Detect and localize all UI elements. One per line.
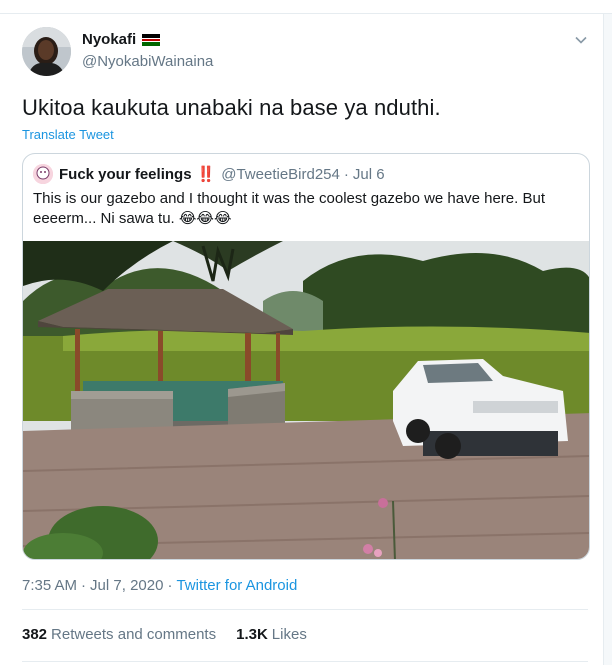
separator-dot: · — [81, 577, 87, 594]
quoted-handle: @TweetieBird254 — [221, 165, 340, 183]
quoted-tweet-text: This is our gazebo and I thought it was … — [33, 190, 545, 227]
divider — [22, 609, 588, 610]
quoted-avatar — [33, 164, 53, 184]
tweet-meta: 7:35 AM · Jul 7, 2020 · Twitter for Andr… — [22, 577, 297, 594]
window-top-edge — [0, 0, 612, 14]
divider — [22, 661, 588, 662]
tweet-card: Nyokafi @NyokabiWainaina Ukitoa kaukuta … — [0, 15, 603, 665]
tweet-source-link[interactable]: Twitter for Android — [176, 577, 297, 594]
quoted-display-name: Fuck your feelings — [59, 165, 192, 183]
chevron-down-icon[interactable] — [573, 32, 589, 48]
quoted-tweet-header: Fuck your feelings ‼️ @TweetieBird254 · … — [33, 164, 385, 184]
likes-stat[interactable]: 1.3K Likes — [236, 626, 307, 643]
quoted-avatar-image — [33, 164, 53, 184]
scrollbar[interactable] — [603, 14, 612, 665]
avatar-image — [22, 27, 71, 76]
separator-dot: · — [343, 165, 349, 183]
quoted-tweet[interactable]: Fuck your feelings ‼️ @TweetieBird254 · … — [22, 153, 590, 560]
separator-dot: · — [167, 577, 173, 594]
author-handle[interactable]: @NyokabiWainaina — [82, 53, 213, 70]
tweet-text: Ukitoa kaukuta unabaki na base ya nduthi… — [22, 95, 441, 120]
retweets-label: Retweets and comments — [51, 626, 217, 643]
gazebo-photo[interactable] — [23, 241, 590, 560]
retweets-count: 382 — [22, 626, 48, 643]
quoted-date: Jul 6 — [352, 165, 385, 183]
translate-tweet-link[interactable]: Translate Tweet — [22, 127, 114, 142]
tweet-stats: 382 Retweets and comments 1.3K Likes — [22, 626, 327, 643]
double-exclamation-emoji: ‼️ — [196, 166, 216, 183]
kenya-flag-icon — [142, 33, 161, 46]
avatar[interactable] — [22, 27, 71, 76]
author-display-name: Nyokafi — [82, 31, 137, 48]
likes-count: 1.3K — [236, 626, 268, 643]
tweet-date[interactable]: Jul 7, 2020 — [90, 577, 163, 594]
author-name[interactable]: Nyokafi — [82, 31, 161, 48]
retweets-stat[interactable]: 382 Retweets and comments — [22, 626, 216, 643]
tweet-time[interactable]: 7:35 AM — [22, 577, 77, 594]
likes-label: Likes — [271, 626, 307, 643]
